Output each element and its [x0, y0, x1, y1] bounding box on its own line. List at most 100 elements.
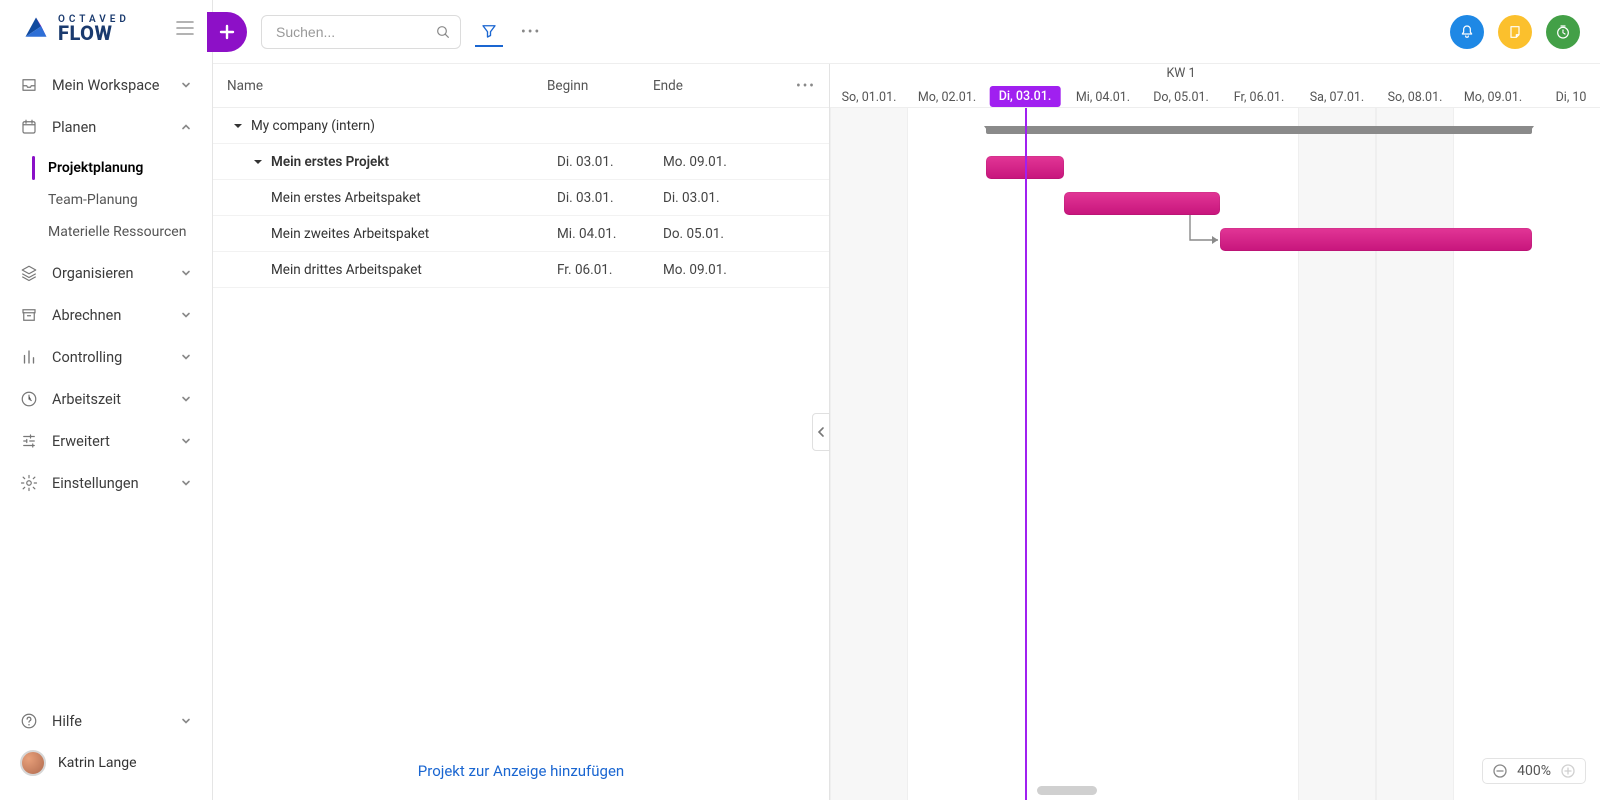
- minus-circle-icon: [1493, 764, 1507, 778]
- task-row[interactable]: Mein erstes ArbeitspaketDi. 03.01.Di. 03…: [213, 180, 829, 216]
- gantt-task-bar[interactable]: [1220, 228, 1532, 251]
- task-row[interactable]: Mein zweites ArbeitspaketMi. 04.01.Do. 0…: [213, 216, 829, 252]
- timer-button[interactable]: [1546, 15, 1580, 49]
- task-end: Do. 05.01.: [663, 226, 803, 242]
- layers-icon: [20, 264, 38, 282]
- filter-button[interactable]: [475, 17, 503, 47]
- gantt-day-label[interactable]: Mo, 09.01.: [1464, 90, 1522, 105]
- sidebar-item-4[interactable]: Controlling: [0, 336, 212, 378]
- main: ••• Name Beginn Ende ••• My: [213, 0, 1600, 800]
- brand-mark-icon: [22, 14, 50, 42]
- brand-logo: OCTAVED FLOW: [22, 14, 130, 42]
- task-row[interactable]: Mein drittes ArbeitspaketFr. 06.01.Mo. 0…: [213, 252, 829, 288]
- notifications-button[interactable]: [1450, 15, 1484, 49]
- caret-down-icon: [253, 157, 263, 167]
- sidebar-item-help[interactable]: Hilfe: [0, 702, 212, 740]
- gantt-pane[interactable]: KW 1 So, 01.01. Mo, 02.01. Di, 03.01. Mi, 04…: [830, 64, 1600, 800]
- sidebar-item-label: Einstellungen: [52, 475, 166, 492]
- table-header-more[interactable]: •••: [793, 78, 819, 94]
- collapse-handle[interactable]: [812, 413, 830, 451]
- gantt-summary-bar[interactable]: [986, 126, 1532, 134]
- gantt-hscrollbar[interactable]: [837, 786, 1440, 796]
- gear-icon: [20, 474, 38, 492]
- sidebar-item-label: Erweitert: [52, 433, 166, 450]
- sidebar-subitem-1-1[interactable]: Team-Planung: [0, 184, 212, 216]
- sidebar-item-2[interactable]: Organisieren: [0, 252, 212, 294]
- sidebar-toggle[interactable]: [176, 21, 194, 35]
- sidebar-item-1[interactable]: Planen: [0, 106, 212, 148]
- project-end: Mo. 09.01.: [663, 154, 803, 170]
- task-begin: Fr. 06.01.: [557, 262, 663, 278]
- col-name[interactable]: Name: [213, 78, 547, 94]
- gantt-day-label[interactable]: So, 08.01.: [1388, 90, 1443, 105]
- zoom-out-button[interactable]: [1493, 764, 1507, 778]
- project-label: Mein erstes Projekt: [271, 154, 389, 170]
- sidebar-item-label: Planen: [52, 119, 166, 136]
- gantt-day-label[interactable]: Mo, 02.01.: [918, 90, 976, 105]
- gantt-day-label[interactable]: Mi, 04.01.: [1076, 90, 1130, 105]
- chevron-down-icon: [180, 79, 192, 91]
- chevron-down-icon: [180, 267, 192, 279]
- sidebar-item-5[interactable]: Arbeitszeit: [0, 378, 212, 420]
- task-label: Mein erstes Arbeitspaket: [271, 190, 421, 206]
- archive-icon: [20, 306, 38, 324]
- sidebar: OCTAVED FLOW Mein Workspace Planen Projekt…: [0, 0, 213, 800]
- gantt-task-bar[interactable]: [1064, 192, 1220, 215]
- today-line: [1025, 108, 1027, 800]
- gantt-day-label[interactable]: Sa, 07.01.: [1310, 90, 1364, 105]
- table-body: My company (intern) Mein erstes Projekt Di…: [213, 108, 829, 742]
- sidebar-subitem-1-0[interactable]: Projektplanung: [0, 152, 212, 184]
- hamburger-icon: [176, 21, 194, 35]
- col-end[interactable]: Ende: [653, 78, 793, 94]
- gantt-day-label[interactable]: Di, 03.01.: [990, 86, 1061, 107]
- gantt-hscroll-thumb[interactable]: [1037, 786, 1097, 795]
- sidebar-item-3[interactable]: Abrechnen: [0, 294, 212, 336]
- sidebar-item-label: Mein Workspace: [52, 77, 166, 94]
- sidebar-subitem-label: Team-Planung: [48, 192, 138, 208]
- sidebar-subitem-label: Materielle Ressourcen: [48, 224, 186, 240]
- add-button[interactable]: [207, 12, 247, 52]
- sidebar-item-7[interactable]: Einstellungen: [0, 462, 212, 504]
- add-project-link[interactable]: Projekt zur Anzeige hinzufügen: [213, 742, 829, 800]
- gantt-day-label[interactable]: So, 01.01.: [842, 90, 897, 105]
- user-row[interactable]: Katrin Lange: [0, 740, 212, 786]
- group-row[interactable]: My company (intern): [213, 108, 829, 144]
- search-wrap: [261, 15, 461, 49]
- topbar-more[interactable]: •••: [517, 24, 545, 40]
- task-table-pane: Name Beginn Ende ••• My company (intern)…: [213, 64, 830, 800]
- barchart-icon: [20, 348, 38, 366]
- plus-icon: [218, 23, 236, 41]
- chevron-down-icon: [180, 351, 192, 363]
- topbar: •••: [213, 0, 1600, 64]
- brand-bottom: FLOW: [58, 24, 130, 42]
- sidebar-subitem-label: Projektplanung: [48, 160, 143, 176]
- user-name: Katrin Lange: [58, 755, 137, 771]
- gantt-week-label: KW 1: [1166, 66, 1195, 81]
- zoom-in-button[interactable]: [1561, 764, 1575, 778]
- search-input[interactable]: [261, 15, 461, 49]
- gantt-day-label[interactable]: Fr, 06.01.: [1234, 90, 1285, 105]
- sidebar-item-0[interactable]: Mein Workspace: [0, 64, 212, 106]
- table-header: Name Beginn Ende •••: [213, 64, 829, 108]
- col-begin[interactable]: Beginn: [547, 78, 653, 94]
- chevron-down-icon: [180, 715, 192, 727]
- task-begin: Di. 03.01.: [557, 190, 663, 206]
- zoom-level: 400%: [1517, 763, 1551, 779]
- gantt-body[interactable]: [830, 108, 1600, 800]
- chevron-down-icon: [180, 393, 192, 405]
- funnel-icon: [480, 22, 498, 40]
- sidebar-item-label: Hilfe: [52, 713, 166, 730]
- notes-button[interactable]: [1498, 15, 1532, 49]
- group-label: My company (intern): [251, 118, 375, 134]
- sidebar-item-6[interactable]: Erweitert: [0, 420, 212, 462]
- sliders-icon: [20, 432, 38, 450]
- sidebar-subitem-1-2[interactable]: Materielle Ressourcen: [0, 216, 212, 248]
- plus-circle-icon: [1561, 764, 1575, 778]
- project-begin: Di. 03.01.: [557, 154, 663, 170]
- task-end: Mo. 09.01.: [663, 262, 803, 278]
- project-row[interactable]: Mein erstes Projekt Di. 03.01.Mo. 09.01.: [213, 144, 829, 180]
- gantt-day-label[interactable]: Di, 10: [1556, 90, 1587, 105]
- gantt-day-label[interactable]: Do, 05.01.: [1153, 90, 1209, 105]
- sidebar-item-label: Abrechnen: [52, 307, 166, 324]
- sidebar-nav: Mein Workspace Planen Projektplanung Team-P…: [0, 60, 212, 694]
